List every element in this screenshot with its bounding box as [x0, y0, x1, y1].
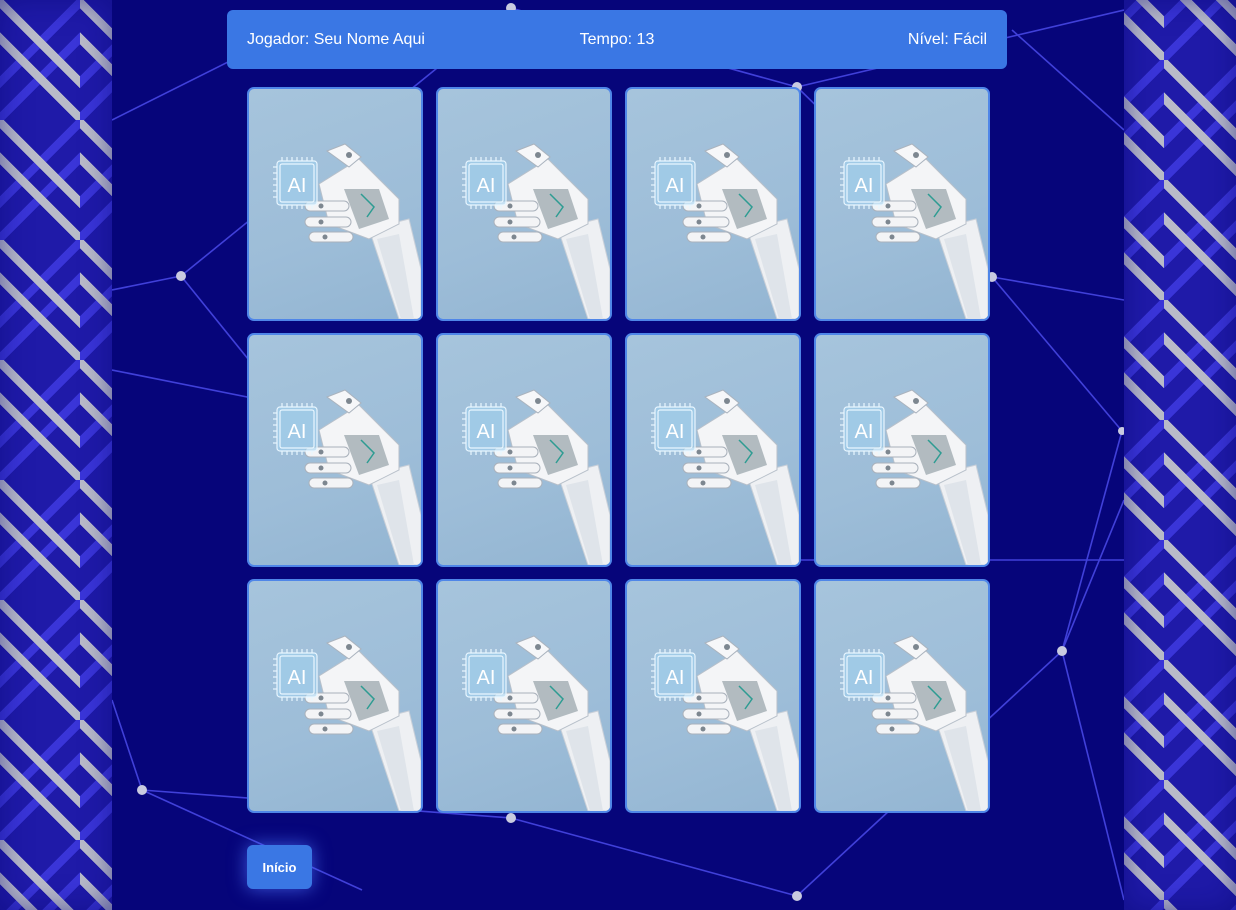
player-name: Jogador: Seu Nome Aqui [247, 30, 425, 48]
robot-hand-ai-chip-icon: AI [651, 389, 799, 565]
chip-label: AI [288, 421, 307, 443]
game-area: Jogador: Seu Nome Aqui Tempo: 13 Nível: … [112, 0, 1124, 910]
robot-hand-ai-chip-icon: AI [651, 635, 799, 811]
chip-label: AI [477, 667, 496, 689]
chip-label: AI [855, 175, 874, 197]
memory-card[interactable]: AI [625, 333, 801, 567]
memory-card[interactable]: AI [625, 579, 801, 813]
robot-hand-ai-chip-icon: AI [462, 389, 610, 565]
chip-label: AI [288, 667, 307, 689]
robot-hand-ai-chip-icon: AI [840, 389, 988, 565]
difficulty-level: Nível: Fácil [907, 30, 988, 48]
chip-label: AI [477, 175, 496, 197]
chip-label: AI [855, 421, 874, 443]
memory-card[interactable]: AI [436, 87, 612, 321]
robot-hand-ai-chip-icon: AI [840, 635, 988, 811]
memory-card[interactable]: AI [436, 333, 612, 567]
card-grid: AI AI AI AI AI AI AI AI AI AI AI AI [247, 87, 991, 813]
timer: Tempo: 13 [579, 30, 655, 48]
memory-card[interactable]: AI [814, 87, 990, 321]
home-button[interactable]: Início [247, 845, 312, 889]
right-pattern-panel [1124, 0, 1236, 910]
chip-label: AI [666, 175, 685, 197]
robot-hand-ai-chip-icon: AI [273, 389, 421, 565]
game-header: Jogador: Seu Nome Aqui Tempo: 13 Nível: … [227, 10, 1007, 69]
robot-hand-ai-chip-icon: AI [462, 143, 610, 319]
chip-label: AI [666, 421, 685, 443]
memory-card[interactable]: AI [247, 87, 423, 321]
left-pattern-panel [0, 0, 112, 910]
memory-card[interactable]: AI [814, 333, 990, 567]
robot-hand-ai-chip-icon: AI [273, 143, 421, 319]
robot-hand-ai-chip-icon: AI [273, 635, 421, 811]
chip-label: AI [288, 175, 307, 197]
robot-hand-ai-chip-icon: AI [462, 635, 610, 811]
chip-label: AI [666, 667, 685, 689]
chip-label: AI [477, 421, 496, 443]
memory-card[interactable]: AI [436, 579, 612, 813]
memory-card[interactable]: AI [247, 333, 423, 567]
memory-card[interactable]: AI [247, 579, 423, 813]
memory-card[interactable]: AI [625, 87, 801, 321]
robot-hand-ai-chip-icon: AI [651, 143, 799, 319]
memory-card[interactable]: AI [814, 579, 990, 813]
robot-hand-ai-chip-icon: AI [840, 143, 988, 319]
chip-label: AI [855, 667, 874, 689]
